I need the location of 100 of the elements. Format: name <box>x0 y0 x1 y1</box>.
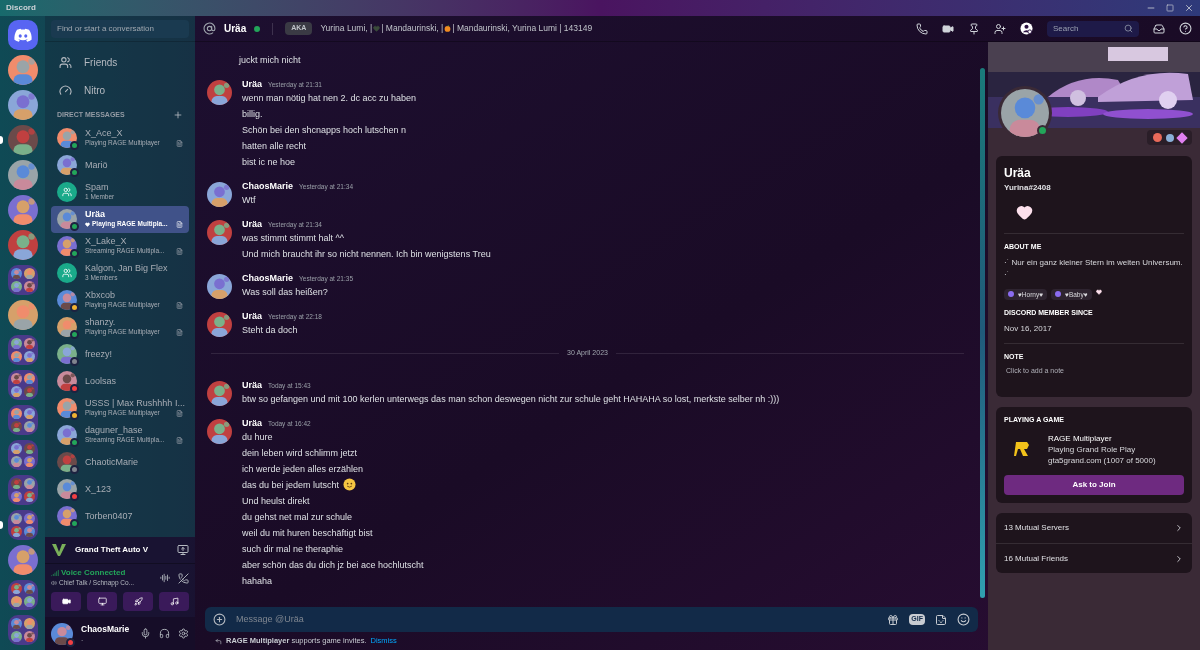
dm-name: freezy! <box>85 349 113 359</box>
server-folder[interactable] <box>7 370 38 400</box>
dm-name: daguner_hase <box>85 425 144 435</box>
dm-item[interactable]: Loolsas <box>51 367 189 395</box>
dm-item[interactable]: X_123 <box>51 475 189 503</box>
member-since: Nov 16, 2017 <box>1004 322 1053 335</box>
emoji-icon[interactable] <box>957 613 970 626</box>
nav-item[interactable]: Friends <box>51 50 189 74</box>
rich-presence-icon <box>176 139 183 147</box>
noise-suppression-icon[interactable] <box>160 573 170 583</box>
profile-tag: Yurina#2408 <box>1004 182 1184 194</box>
author-name[interactable]: Uräa <box>242 78 262 92</box>
game-title: Grand Theft Auto V <box>75 544 149 556</box>
aka-name: | Mandaurinski, Yurina Lumi | 143149 <box>452 22 593 35</box>
mutual-label: 16 Mutual Friends <box>1004 552 1069 565</box>
server-folder[interactable] <box>7 440 38 470</box>
author-name[interactable]: Uräa <box>242 218 262 232</box>
dm-item[interactable]: ChaoticMarie <box>51 448 189 476</box>
server-folder[interactable] <box>7 580 38 610</box>
settings-icon[interactable] <box>178 628 189 639</box>
author-name[interactable]: Uräa <box>242 416 262 430</box>
author-name[interactable]: Uräa <box>242 310 262 324</box>
server-icon[interactable] <box>7 125 38 155</box>
soundboard-button[interactable] <box>159 592 189 611</box>
server-folder[interactable] <box>7 265 38 295</box>
chevron-icon <box>1174 523 1184 534</box>
fruit-icon <box>444 25 452 32</box>
server-icon[interactable] <box>7 300 38 330</box>
video-icon[interactable] <box>942 22 954 35</box>
rich-presence-icon <box>176 409 183 417</box>
monitor-icon <box>97 597 107 606</box>
message-text: Wtf <box>242 194 256 207</box>
server-icon[interactable] <box>7 90 38 120</box>
add-icon[interactable] <box>173 110 183 121</box>
game-details: Playing Grand Role Play <box>1048 443 1137 455</box>
message-text: such dir mal ne theraphie <box>242 542 344 556</box>
dm-name: X_Ace_X <box>85 128 124 138</box>
call-icon[interactable] <box>916 22 928 35</box>
chevron-icon <box>1174 553 1184 564</box>
home-button[interactable] <box>7 20 38 50</box>
server-icon[interactable] <box>7 55 38 85</box>
attach-icon[interactable] <box>213 613 226 626</box>
author-name[interactable]: ChaosMarie <box>242 180 294 194</box>
server-folder[interactable] <box>7 615 38 645</box>
controller-icon <box>13 28 32 42</box>
server-folder[interactable] <box>7 510 38 540</box>
dm-item[interactable]: Torben0407 <box>51 502 189 530</box>
ask-to-join-button[interactable]: Ask to Join <box>1004 475 1184 496</box>
profile-icon[interactable] <box>1020 22 1033 35</box>
search-field[interactable]: Search <box>1047 20 1139 37</box>
message-text: du gehst net mal zur schule <box>242 510 353 524</box>
group-avatar <box>57 263 77 283</box>
server-icon[interactable] <box>7 195 38 225</box>
group-avatar <box>57 182 77 202</box>
message-text: Und mich braucht ihr so nicht nennen. Ich bin wenigstens Treu <box>242 248 491 261</box>
help-icon[interactable] <box>1179 22 1192 35</box>
author-name[interactable]: ChaosMarie <box>242 272 294 286</box>
about-text: ·˙ Nur ein ganz kleiner Stern im weiten Universum. ·˙ <box>1004 256 1184 281</box>
gift-icon[interactable] <box>887 613 900 626</box>
rich-presence-icon <box>176 247 183 255</box>
server-icon[interactable] <box>7 160 38 190</box>
rich-presence-icon <box>176 328 183 336</box>
maximize-icon[interactable] <box>1166 4 1174 12</box>
user-name: ChaosMarie <box>81 623 131 634</box>
heart-icon <box>373 25 381 32</box>
author-name[interactable]: Uräa <box>242 378 262 392</box>
nitro-icon <box>59 83 72 97</box>
message-text: weil du mit huren beschäftigt bist <box>242 526 373 540</box>
add-friend-icon[interactable] <box>994 22 1006 35</box>
inbox-icon[interactable] <box>1153 22 1165 35</box>
pin-icon[interactable] <box>968 22 980 35</box>
dm-item[interactable]: freezy! <box>51 340 189 368</box>
dm-item[interactable]: Mariö <box>51 151 189 179</box>
message-text: btw so gefangen und mit 100 kerlen unterwegs das man schon deswegen nicht zur schule geht HAHAHA so lost, merkste selber nh :))) <box>242 392 780 406</box>
at-icon <box>203 22 216 35</box>
camera-button[interactable] <box>51 592 81 611</box>
scrollbar[interactable] <box>980 68 985 598</box>
profile-name: Uräa <box>1004 165 1032 182</box>
message-text: das du bei jedem lutscht <box>242 478 340 492</box>
search-field[interactable]: Find or start a conversation <box>51 19 189 38</box>
server-folder[interactable] <box>7 475 38 505</box>
server-icon[interactable] <box>7 545 38 575</box>
nav-item[interactable]: Nitro <box>51 78 189 102</box>
sticker-icon[interactable] <box>935 613 947 626</box>
close-icon[interactable] <box>1184 3 1194 13</box>
mutual-row[interactable]: 13 Mutual Servers <box>996 513 1192 544</box>
mutual-row[interactable]: 16 Mutual Friends <box>996 543 1192 574</box>
headphones-icon[interactable] <box>159 628 170 639</box>
message-text: bist ic ne hoe <box>242 156 296 169</box>
server-icon[interactable] <box>7 230 38 260</box>
screen-button[interactable] <box>87 592 117 611</box>
server-folder[interactable] <box>7 335 38 365</box>
disconnect-icon[interactable] <box>178 572 189 584</box>
dm-name: shanzy. <box>85 317 117 327</box>
message-text: was stimmt stimmt halt ^^ <box>242 232 344 245</box>
heart-icon <box>1095 288 1102 295</box>
server-folder[interactable] <box>7 405 38 435</box>
screen-share-icon[interactable] <box>177 544 189 556</box>
activity-button[interactable] <box>123 592 153 611</box>
microphone-icon[interactable] <box>140 628 151 639</box>
